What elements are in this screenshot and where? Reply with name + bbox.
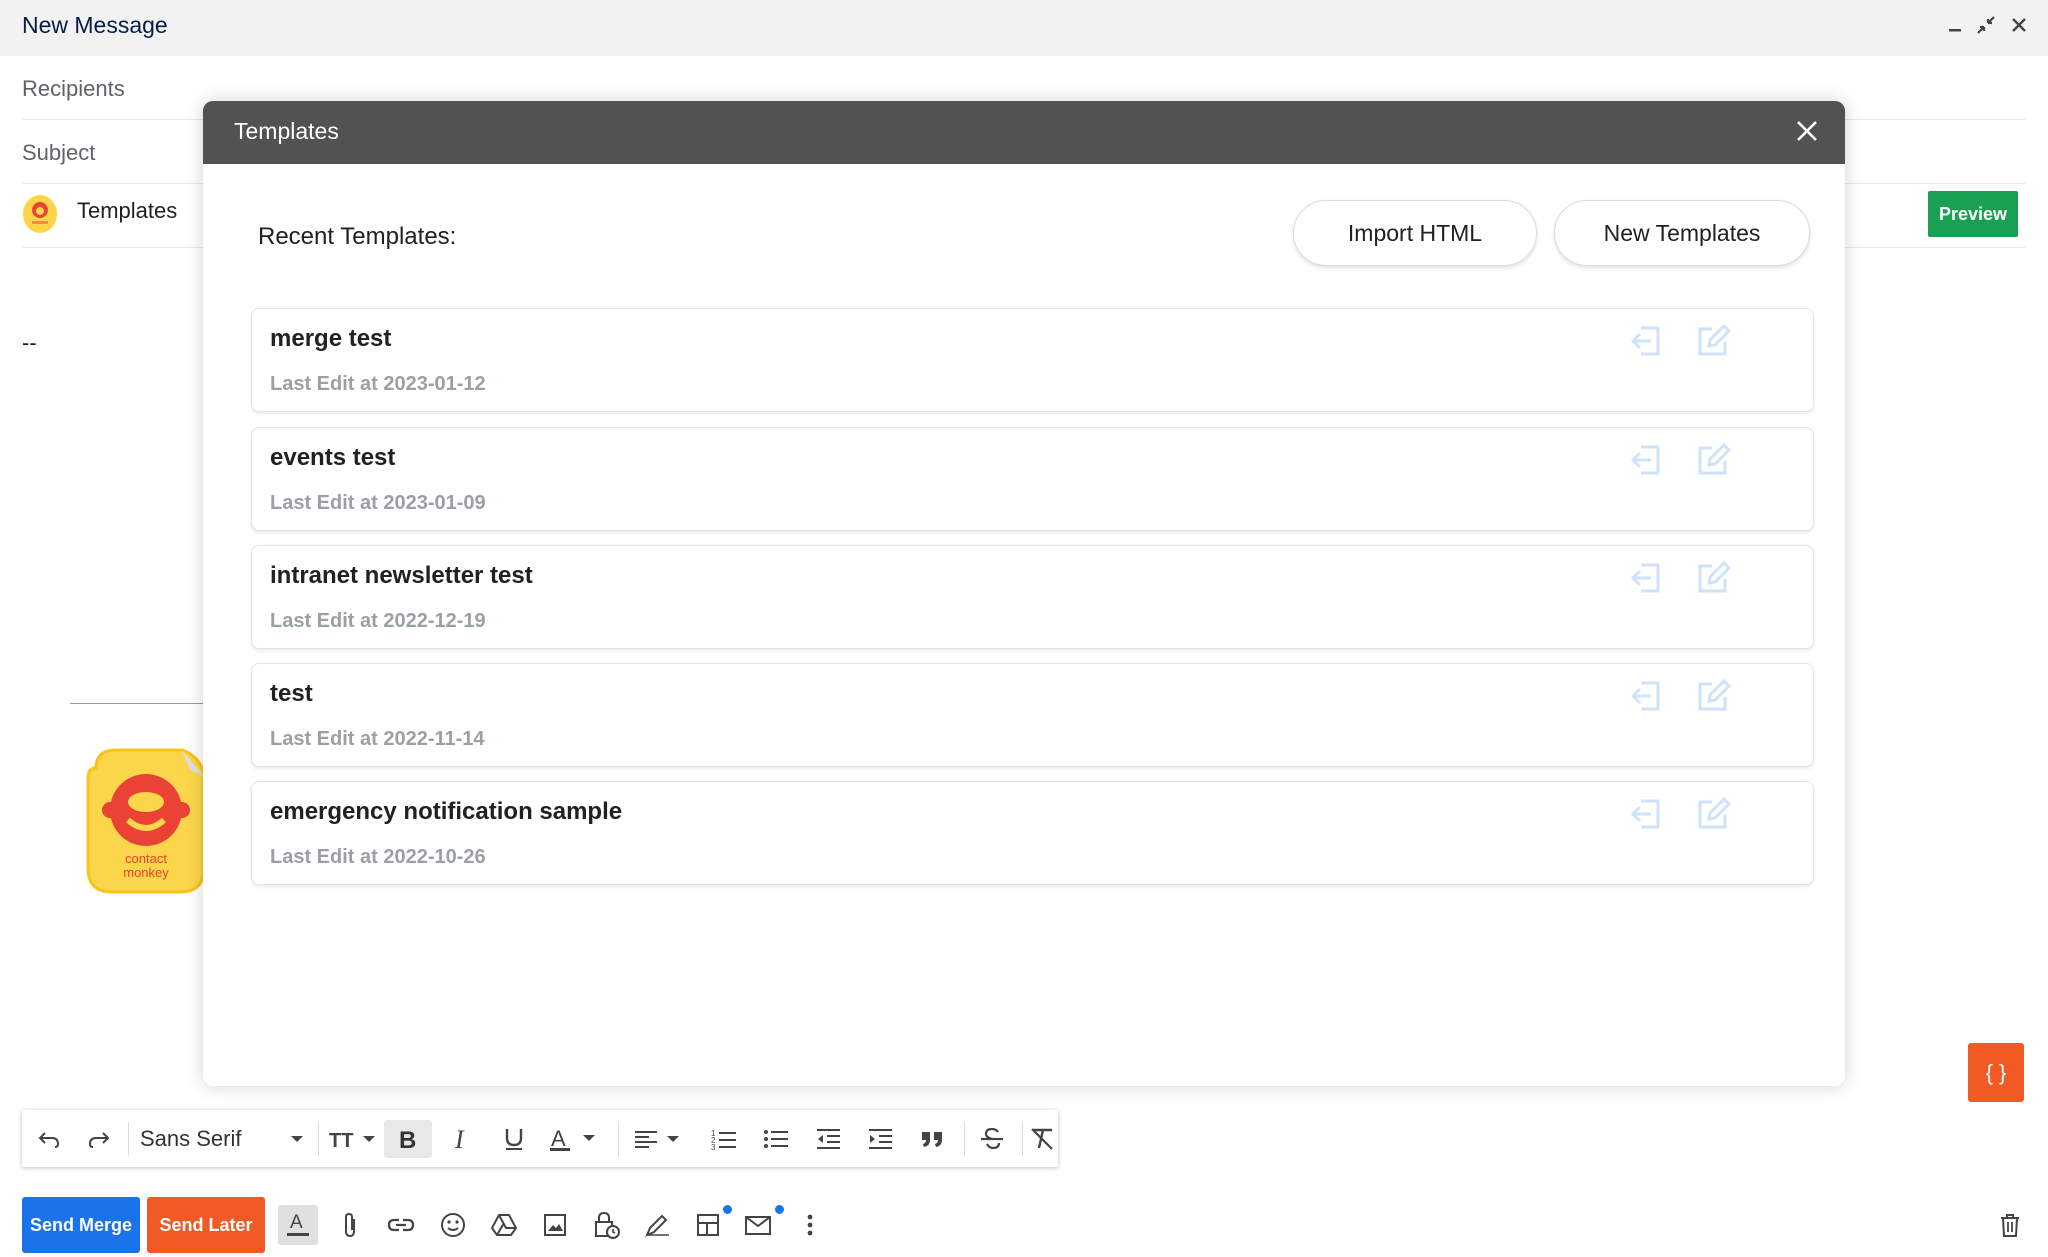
insert-template-icon[interactable] <box>1627 796 1663 832</box>
modal-title: Templates <box>234 118 339 144</box>
insert-template-icon[interactable] <box>1627 678 1663 714</box>
template-name: merge test <box>270 325 392 352</box>
insert-template-icon[interactable] <box>1627 560 1663 596</box>
template-last-edit: Last Edit at 2022-10-26 <box>270 846 486 868</box>
edit-template-icon[interactable] <box>1695 323 1731 359</box>
template-name: emergency notification sample <box>270 798 623 825</box>
minimize-icon[interactable] <box>1942 12 1968 38</box>
svg-text:A: A <box>551 1126 566 1151</box>
templates-toggle[interactable]: Templates <box>77 198 177 224</box>
underline-icon[interactable] <box>492 1120 536 1158</box>
svg-text:3: 3 <box>711 1143 716 1151</box>
template-name: test <box>270 680 313 707</box>
template-card[interactable]: intranet newsletter test Last Edit at 202… <box>251 545 1814 649</box>
subject-label: Subject <box>22 140 96 165</box>
template-last-edit: Last Edit at 2023-01-09 <box>270 492 486 514</box>
template-last-edit: Last Edit at 2022-12-19 <box>270 610 486 632</box>
font-size-icon[interactable]: TT <box>326 1120 384 1158</box>
contactmonkey-logo-icon[interactable] <box>22 194 58 234</box>
template-name: events test <box>270 444 396 471</box>
signature-pen-icon[interactable] <box>637 1205 677 1245</box>
recipients-label: Recipients <box>22 76 125 101</box>
insert-template-icon[interactable] <box>1627 442 1663 478</box>
indent-less-icon[interactable] <box>806 1120 850 1158</box>
toolbar-divider <box>318 1122 319 1156</box>
template-last-edit: Last Edit at 2023-01-12 <box>270 373 486 395</box>
italic-icon[interactable]: I <box>440 1120 484 1158</box>
exit-fullscreen-icon[interactable] <box>1973 12 1999 38</box>
bold-icon[interactable]: B <box>384 1120 432 1158</box>
numbered-list-icon[interactable]: 123 <box>702 1120 746 1158</box>
send-later-button[interactable]: Send Later <box>147 1197 265 1253</box>
edit-template-icon[interactable] <box>1695 560 1731 596</box>
align-icon[interactable] <box>626 1120 696 1158</box>
template-name: intranet newsletter test <box>270 562 533 589</box>
formatting-toolbar: Sans Serif TT B I A 123 <box>22 1110 1058 1167</box>
toolbar-divider <box>1022 1122 1023 1156</box>
signature-divider <box>70 703 210 704</box>
compose-window: New Message Recipients Subject Templates… <box>0 0 2048 1257</box>
indent-more-icon[interactable] <box>858 1120 902 1158</box>
preview-button[interactable]: Preview <box>1928 191 2018 237</box>
more-options-icon[interactable] <box>790 1205 830 1245</box>
signature-dashes: -- <box>22 330 37 355</box>
notification-dot <box>723 1205 732 1214</box>
google-drive-icon[interactable] <box>484 1205 524 1245</box>
svg-text:TT: TT <box>329 1130 353 1151</box>
insert-photo-icon[interactable] <box>535 1205 575 1245</box>
recent-templates-label: Recent Templates: <box>258 223 457 250</box>
layout-template-icon[interactable] <box>688 1205 728 1245</box>
emoji-icon[interactable] <box>433 1205 473 1245</box>
template-last-edit: Last Edit at 2022-11-14 <box>270 728 485 750</box>
svg-text:I: I <box>454 1127 465 1151</box>
bulleted-list-icon[interactable] <box>754 1120 798 1158</box>
modal-header: Templates <box>203 101 1845 164</box>
redo-icon[interactable] <box>80 1120 118 1158</box>
templates-modal: Templates Recent Templates: Import HTML … <box>203 101 1845 1086</box>
insert-template-icon[interactable] <box>1627 323 1663 359</box>
discard-draft-icon[interactable] <box>1990 1205 2030 1245</box>
clear-formatting-icon[interactable] <box>1026 1120 1058 1158</box>
svg-text:monkey: monkey <box>123 865 169 880</box>
template-card[interactable]: merge test Last Edit at 2023-01-12 <box>251 308 1814 412</box>
strikethrough-icon[interactable] <box>970 1120 1014 1158</box>
template-card[interactable]: emergency notification sample Last Edit a… <box>251 781 1814 885</box>
email-tracking-icon[interactable] <box>739 1205 779 1245</box>
toolbar-divider <box>618 1122 619 1156</box>
svg-text:A: A <box>290 1212 303 1233</box>
text-color-icon[interactable]: A <box>544 1120 610 1158</box>
quote-icon[interactable] <box>910 1120 954 1158</box>
toolbar-divider <box>964 1122 965 1156</box>
svg-text:contact: contact <box>125 851 167 866</box>
attach-file-icon[interactable] <box>330 1205 370 1245</box>
insert-link-icon[interactable] <box>381 1205 421 1245</box>
merge-tags-button[interactable]: { } <box>1968 1043 2024 1102</box>
modal-close-icon[interactable] <box>1791 115 1823 147</box>
contactmonkey-signature-logo: contact monkey <box>86 748 206 894</box>
template-card[interactable]: test Last Edit at 2022-11-14 <box>251 663 1814 767</box>
edit-template-icon[interactable] <box>1695 442 1731 478</box>
svg-text:B: B <box>399 1127 416 1151</box>
edit-template-icon[interactable] <box>1695 796 1731 832</box>
undo-icon[interactable] <box>30 1120 68 1158</box>
formatting-options-icon[interactable]: A <box>278 1205 318 1245</box>
confidential-mode-icon[interactable] <box>586 1205 626 1245</box>
import-html-button[interactable]: Import HTML <box>1293 200 1537 266</box>
font-family-value: Sans Serif <box>140 1126 242 1151</box>
font-family-select[interactable]: Sans Serif <box>140 1120 310 1158</box>
toolbar-divider <box>128 1122 129 1156</box>
compose-header: New Message <box>0 0 2048 56</box>
notification-dot <box>775 1205 784 1214</box>
compose-title: New Message <box>22 12 168 38</box>
edit-template-icon[interactable] <box>1695 678 1731 714</box>
template-card[interactable]: events test Last Edit at 2023-01-09 <box>251 427 1814 531</box>
close-icon[interactable] <box>2006 12 2032 38</box>
new-templates-button[interactable]: New Templates <box>1554 200 1810 266</box>
send-merge-button[interactable]: Send Merge <box>22 1197 140 1253</box>
